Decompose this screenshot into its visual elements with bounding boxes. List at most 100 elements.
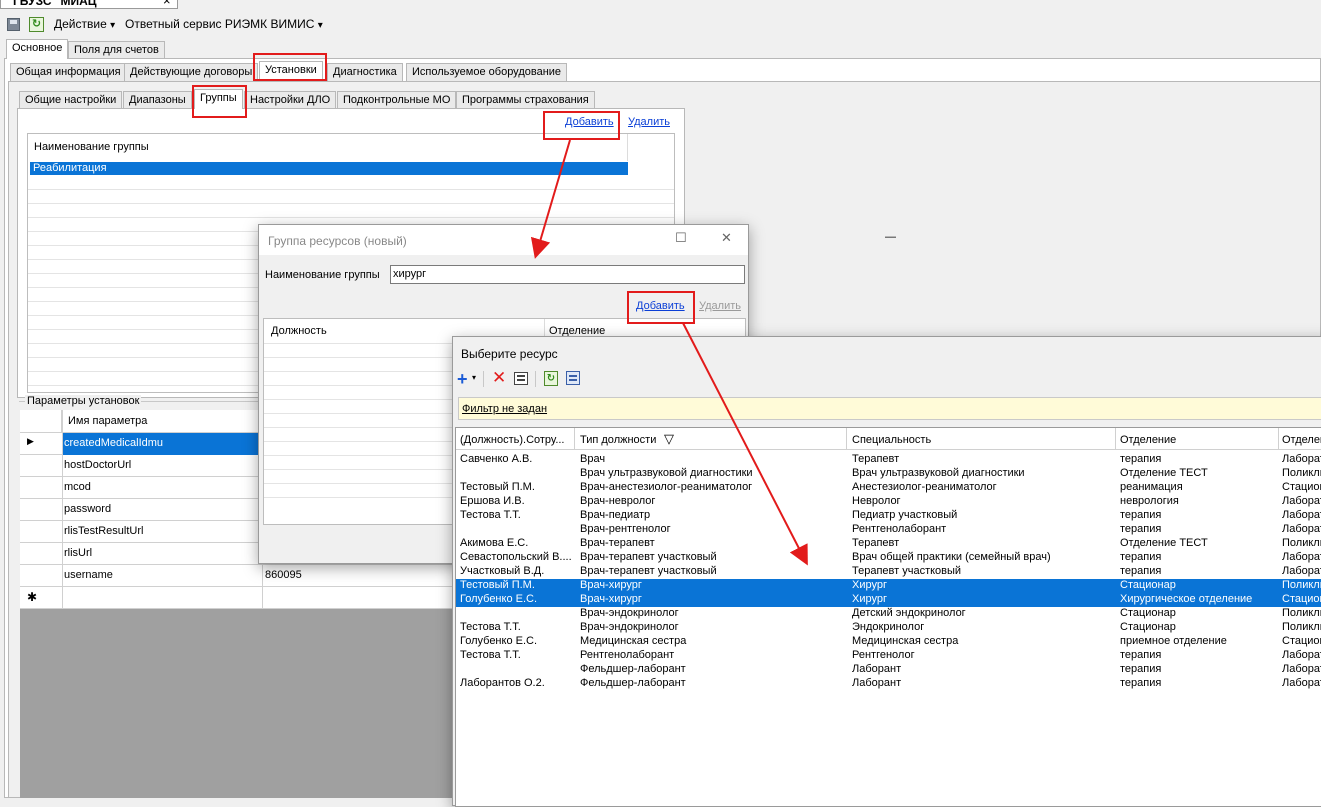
table-row[interactable]: Участковый В.Д. Врач-терапевт участковый Т…	[456, 565, 1321, 579]
document-tab-title: ГБУЗС "МИАЦ"	[13, 0, 103, 8]
specialty-cell: Медицинская сестра	[852, 635, 959, 647]
specialty-cell: Хирург	[852, 579, 887, 591]
group-name-value: хирург	[393, 268, 427, 280]
service-menu[interactable]: Ответный сервис РИЭМК ВИМИС ▾	[125, 17, 323, 31]
table-row[interactable]: Голубенко Е.С. Врач-хирург Хирург Хирургиче…	[456, 593, 1321, 607]
tab-contracts-label: Действующие договоры	[130, 66, 253, 78]
resource-rows: Савченко А.В. Врач Терапевт терапия Лаборат В…	[456, 453, 1321, 713]
delete-icon[interactable]: ✕	[492, 369, 506, 387]
toolbar: ↻ Действие ▾ Ответный сервис РИЭМК ВИМИС…	[0, 12, 1321, 38]
service-menu-label: Ответный сервис РИЭМК ВИМИС	[125, 17, 315, 31]
tab-general-settings[interactable]: Общие настройки	[19, 91, 123, 109]
refresh-icon[interactable]: ↻	[29, 17, 44, 32]
department-2-cell: Стацион	[1282, 635, 1321, 647]
department-2-cell: Лаборат	[1282, 551, 1321, 563]
table-row[interactable]: Тестовый П.М. Врач-анестезиолог-реанимато…	[456, 481, 1321, 495]
group-name-field[interactable]: хирург	[390, 265, 745, 284]
employee-cell: Тестова Т.Т.	[460, 621, 521, 633]
specialty-cell: Терапевт	[852, 537, 900, 549]
table-row[interactable]: Савченко А.В. Врач Терапевт терапия Лаборат	[456, 453, 1321, 467]
position-type-cell: Фельдшер-лаборант	[580, 677, 686, 689]
dialog-titlebar: Группа ресурсов (новый) — ☐ ✕	[259, 225, 896, 255]
column-header-employee[interactable]: (Должность).Сотру...	[460, 434, 565, 446]
table-row[interactable]: Тестова Т.Т. Рентгенолаборант Рентгенолог т…	[456, 649, 1321, 663]
table-row[interactable]: Врач-рентгенолог Рентгенолаборант терапия Л…	[456, 523, 1321, 537]
add-icon[interactable]: +	[457, 370, 468, 388]
properties-icon[interactable]	[514, 372, 528, 385]
close-icon[interactable]: ✕	[721, 230, 732, 246]
position-type-cell: Врач-терапевт участковый	[580, 565, 717, 577]
group-name-label: Наименование группы	[265, 269, 380, 281]
tab-general-info-label: Общая информация	[16, 66, 121, 78]
action-menu[interactable]: Действие ▾	[54, 17, 115, 31]
chevron-down-icon: ▾	[110, 20, 116, 31]
specialty-cell: Анестезиолог-реаниматолог	[852, 481, 997, 493]
save-icon[interactable]	[7, 18, 20, 31]
specialty-cell: Рентгенолаборант	[852, 523, 947, 535]
column-header-specialty[interactable]: Специальность	[852, 434, 931, 446]
table-row[interactable]: Лаборантов О.2. Фельдшер-лаборант Лаборант…	[456, 677, 1321, 691]
tab-controlled-mo[interactable]: Подконтрольные МО	[337, 91, 457, 109]
table-row[interactable]: Тестова Т.Т. Врач-эндокринолог Эндокриноло…	[456, 621, 1321, 635]
table-row[interactable]: Тестова Т.Т. Врач-педиатр Педиатр участков…	[456, 509, 1321, 523]
column-header-position-type[interactable]: Тип должности	[580, 434, 656, 446]
table-row[interactable]: Тестовый П.М. Врач-хирург Хирург Стационар П…	[456, 579, 1321, 593]
employee-cell: Тестовый П.М.	[460, 579, 535, 591]
position-type-cell: Врач	[580, 453, 606, 465]
tab-general-info[interactable]: Общая информация	[10, 63, 127, 81]
table-row[interactable]: Врач-эндокринолог Детский эндокринолог Ста…	[456, 607, 1321, 621]
minimize-icon[interactable]: —	[885, 231, 896, 243]
position-type-cell: Врач-терапевт участковый	[580, 551, 717, 563]
specialty-cell: Эндокринолог	[852, 621, 925, 633]
column-header-department[interactable]: Отделение	[1120, 434, 1176, 446]
column-header-department-2[interactable]: Отделен	[1282, 434, 1321, 446]
department-2-cell: Поликли	[1282, 537, 1321, 549]
department-cell: Отделение ТЕСТ	[1120, 537, 1208, 549]
tab-dlo-settings[interactable]: Настройки ДЛО	[244, 91, 337, 109]
param-name-cell: rlisUrl	[64, 547, 93, 559]
group-name-cell: Реабилитация	[33, 162, 107, 174]
filter-bar[interactable]: Фильтр не задан	[458, 397, 1321, 420]
highlight-add-resource	[627, 291, 695, 324]
groups-grid-header: Наименование группы	[28, 134, 628, 161]
table-row[interactable]: Голубенко Е.С. Медицинская сестра Медицинс…	[456, 635, 1321, 649]
maximize-icon[interactable]: ☐	[675, 230, 687, 246]
department-2-cell: Поликли	[1282, 467, 1321, 479]
department-cell: терапия	[1120, 509, 1162, 521]
department-2-cell: Лаборат	[1282, 677, 1321, 689]
department-cell: терапия	[1120, 551, 1162, 563]
highlight-settings-tab	[253, 53, 327, 81]
employee-cell: Савченко А.В.	[460, 453, 533, 465]
position-type-cell: Врач-хирург	[580, 593, 642, 605]
close-icon[interactable]: ×	[163, 0, 171, 8]
param-name-cell: mcod	[64, 481, 91, 493]
tab-main[interactable]: Основное	[6, 39, 69, 59]
table-row[interactable]: Севастопольский В.... Врач-терапевт участ…	[456, 551, 1321, 565]
table-row[interactable]: Реабилитация	[30, 162, 628, 175]
specialty-cell: Терапевт	[852, 453, 900, 465]
tab-contracts[interactable]: Действующие договоры	[124, 63, 259, 81]
param-name-cell: createdMedicalIdmu	[64, 437, 164, 449]
department-2-cell: Лаборат	[1282, 565, 1321, 577]
department-cell: реанимация	[1120, 481, 1183, 493]
tab-diagnostics[interactable]: Диагностика	[327, 63, 403, 81]
employee-cell: Тестова Т.Т.	[460, 509, 521, 521]
table-row[interactable]: Врач ультразвуковой диагностики Врач ульт…	[456, 467, 1321, 481]
employee-cell: Лаборантов О.2.	[460, 677, 545, 689]
table-row[interactable]: Ершова И.В. Врач-невролог Невролог невролог…	[456, 495, 1321, 509]
column-header-position: Должность	[271, 325, 327, 337]
tab-insurance-programs[interactable]: Программы страхования	[456, 91, 595, 109]
tab-equipment[interactable]: Используемое оборудование	[406, 63, 568, 81]
refresh-icon[interactable]: ↻	[544, 371, 558, 386]
groups-grid-header-spare	[629, 134, 675, 161]
tab-billing-fields[interactable]: Поля для счетов	[68, 41, 165, 59]
tab-ranges[interactable]: Диапазоны	[123, 91, 192, 109]
department-cell: терапия	[1120, 453, 1162, 465]
table-row[interactable]: Фельдшер-лаборант Лаборант терапия Лаборат	[456, 663, 1321, 677]
export-icon[interactable]	[566, 371, 580, 385]
chevron-down-icon[interactable]: ▾	[472, 373, 476, 382]
param-name-cell: password	[64, 503, 112, 515]
document-tab[interactable]: ГБУЗС "МИАЦ" ×	[0, 0, 178, 9]
table-row[interactable]: Акимова Е.С. Врач-терапевт Терапевт Отделен…	[456, 537, 1321, 551]
delete-group-link[interactable]: Удалить	[628, 116, 670, 128]
